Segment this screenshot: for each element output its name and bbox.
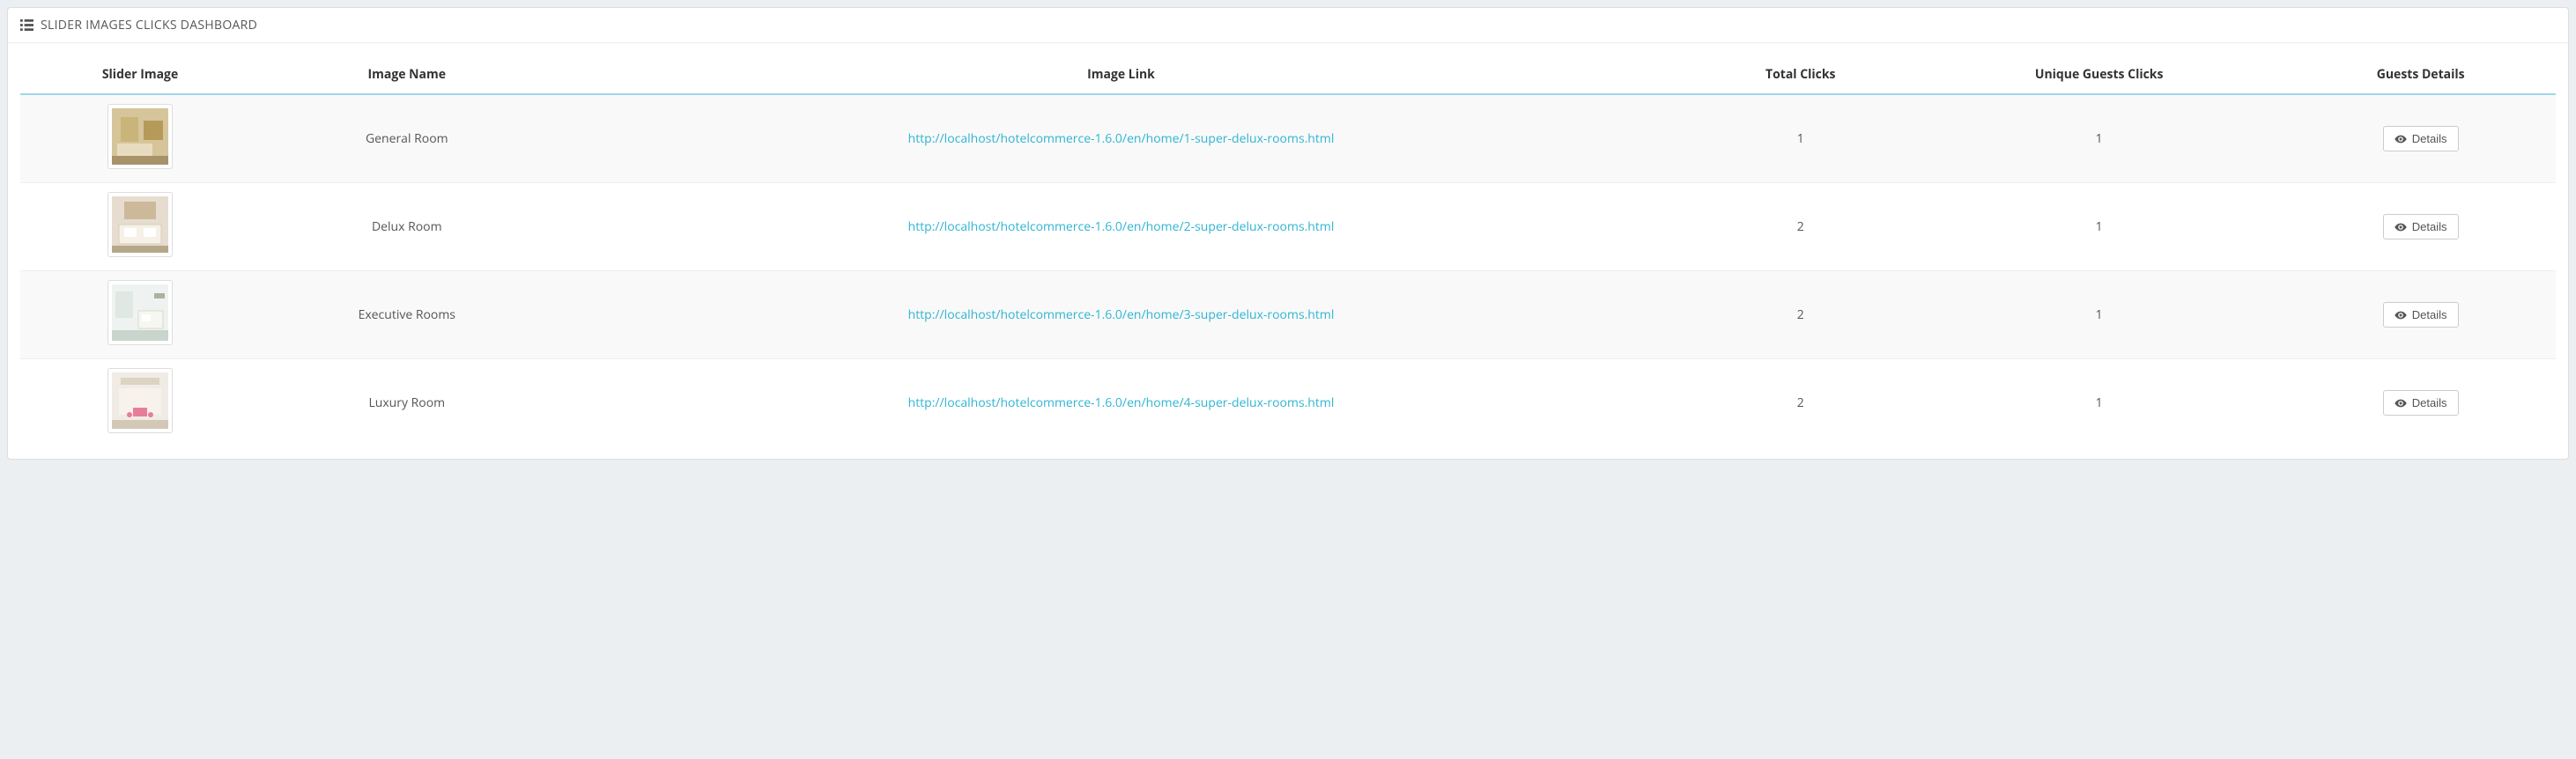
panel-title: SLIDER IMAGES CLICKS DASHBOARD	[41, 17, 257, 33]
cell-image-name: Luxury Room	[260, 359, 553, 447]
table-row: Executive Rooms http://localhost/hotelco…	[20, 271, 2556, 359]
th-guests-details: Guests Details	[2285, 55, 2556, 94]
cell-total-clicks: 1	[1689, 94, 1913, 183]
table-row: Delux Room http://localhost/hotelcommerc…	[20, 183, 2556, 271]
details-button-label: Details	[2412, 396, 2447, 409]
image-link[interactable]: http://localhost/hotelcommerce-1.6.0/en/…	[908, 218, 1335, 235]
dashboard-panel: SLIDER IMAGES CLICKS DASHBOARD Slider Im…	[7, 7, 2569, 460]
panel-heading: SLIDER IMAGES CLICKS DASHBOARD	[8, 8, 2568, 43]
cell-image-link: http://localhost/hotelcommerce-1.6.0/en/…	[553, 183, 1688, 271]
cell-total-clicks: 2	[1689, 359, 1913, 447]
eye-icon	[2395, 397, 2407, 409]
cell-image-name: Executive Rooms	[260, 271, 553, 359]
cell-guests-details: Details	[2285, 94, 2556, 183]
cell-guests-details: Details	[2285, 271, 2556, 359]
list-icon	[20, 18, 33, 32]
table-header-row: Slider Image Image Name Image Link Total…	[20, 55, 2556, 94]
details-button[interactable]: Details	[2383, 126, 2459, 151]
cell-image-link: http://localhost/hotelcommerce-1.6.0/en/…	[553, 94, 1688, 183]
eye-icon	[2395, 133, 2407, 145]
cell-guests-details: Details	[2285, 359, 2556, 447]
th-total-clicks: Total Clicks	[1689, 55, 1913, 94]
details-button[interactable]: Details	[2383, 214, 2459, 239]
table-row: Luxury Room http://localhost/hotelcommer…	[20, 359, 2556, 447]
cell-unique-guests-clicks: 1	[1913, 271, 2285, 359]
cell-unique-guests-clicks: 1	[1913, 94, 2285, 183]
details-button-label: Details	[2412, 308, 2447, 321]
clicks-table: Slider Image Image Name Image Link Total…	[20, 55, 2556, 446]
cell-image-name: Delux Room	[260, 183, 553, 271]
cell-image-link: http://localhost/hotelcommerce-1.6.0/en/…	[553, 359, 1688, 447]
cell-slider-image	[20, 183, 260, 271]
th-image-name: Image Name	[260, 55, 553, 94]
th-unique-guests-clicks: Unique Guests Clicks	[1913, 55, 2285, 94]
details-button-label: Details	[2412, 132, 2447, 145]
cell-slider-image	[20, 94, 260, 183]
cell-image-name: General Room	[260, 94, 553, 183]
slider-image-thumbnail[interactable]	[107, 280, 173, 345]
cell-total-clicks: 2	[1689, 271, 1913, 359]
image-link[interactable]: http://localhost/hotelcommerce-1.6.0/en/…	[908, 394, 1335, 411]
panel-body: Slider Image Image Name Image Link Total…	[8, 43, 2568, 459]
th-image-link: Image Link	[553, 55, 1688, 94]
details-button[interactable]: Details	[2383, 302, 2459, 328]
cell-unique-guests-clicks: 1	[1913, 183, 2285, 271]
cell-unique-guests-clicks: 1	[1913, 359, 2285, 447]
details-button-label: Details	[2412, 220, 2447, 233]
cell-image-link: http://localhost/hotelcommerce-1.6.0/en/…	[553, 271, 1688, 359]
image-link[interactable]: http://localhost/hotelcommerce-1.6.0/en/…	[908, 130, 1335, 147]
cell-slider-image	[20, 271, 260, 359]
table-row: General Room http://localhost/hotelcomme…	[20, 94, 2556, 183]
eye-icon	[2395, 309, 2407, 321]
slider-image-thumbnail[interactable]	[107, 192, 173, 257]
eye-icon	[2395, 221, 2407, 233]
th-slider-image: Slider Image	[20, 55, 260, 94]
cell-guests-details: Details	[2285, 183, 2556, 271]
details-button[interactable]: Details	[2383, 390, 2459, 416]
image-link[interactable]: http://localhost/hotelcommerce-1.6.0/en/…	[908, 306, 1335, 323]
cell-total-clicks: 2	[1689, 183, 1913, 271]
cell-slider-image	[20, 359, 260, 447]
slider-image-thumbnail[interactable]	[107, 368, 173, 433]
slider-image-thumbnail[interactable]	[107, 104, 173, 169]
